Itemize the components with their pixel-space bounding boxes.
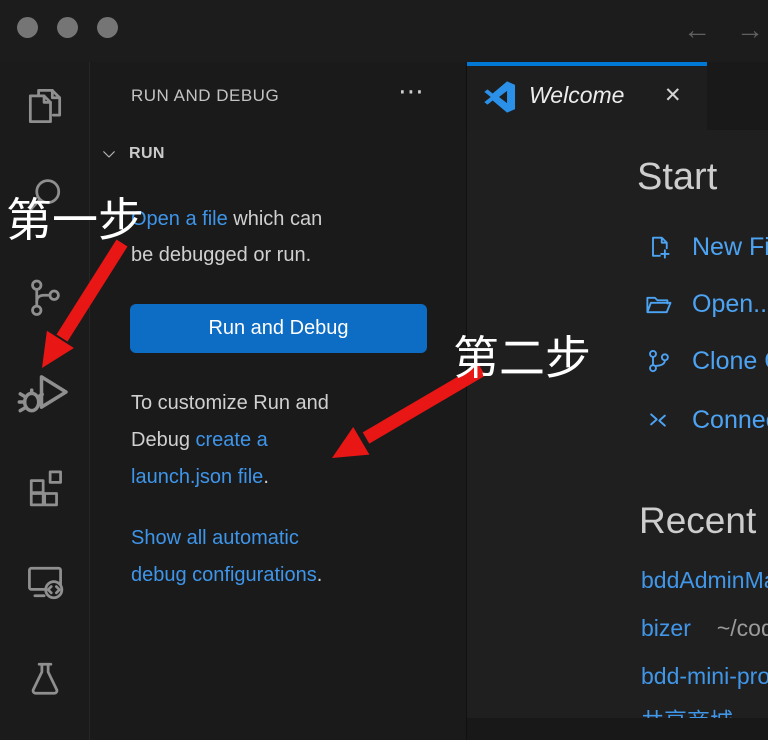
run-and-debug-icon[interactable]	[17, 364, 73, 420]
close-icon[interactable]: ✕	[664, 83, 682, 108]
explorer-icon[interactable]	[23, 84, 67, 128]
customize-hint-line2-pre: Debug	[131, 429, 196, 451]
recent-link[interactable]: bizer	[641, 615, 691, 641]
recent-path: ~/code	[717, 615, 768, 641]
recent-heading: Recent	[639, 500, 756, 542]
run-section-label: RUN	[129, 145, 165, 163]
traffic-light-minimize-button[interactable]	[57, 17, 78, 38]
new-file-icon	[643, 232, 673, 262]
start-item-new-file[interactable]: New File...	[643, 230, 768, 264]
more-actions-icon[interactable]: ⋯	[398, 76, 426, 107]
open-a-file-link[interactable]: Open a file	[131, 208, 228, 230]
git-branch-icon	[643, 346, 673, 376]
create-launch-json-link[interactable]: create a	[196, 429, 268, 451]
start-item-label: Open...	[692, 290, 768, 319]
run-and-debug-panel: RUN AND DEBUG ⋯ RUN Open a file which ca…	[90, 62, 467, 740]
recent-item: bdd-mini-program	[641, 663, 768, 691]
start-item-label: Connect to...	[692, 406, 768, 435]
customize-hint-period: .	[263, 466, 269, 488]
vscode-logo-icon	[484, 81, 516, 113]
testing-beaker-icon[interactable]	[23, 656, 67, 700]
editor-bottom-strip	[467, 718, 768, 740]
open-folder-icon	[643, 289, 673, 319]
traffic-light-close-button[interactable]	[17, 17, 38, 38]
start-item-label: Clone Git Repository...	[692, 347, 768, 376]
run-and-debug-button[interactable]: Run and Debug	[130, 304, 427, 353]
show-configs-period: .	[317, 564, 323, 586]
create-launch-json-link-line2[interactable]: launch.json file	[131, 466, 263, 488]
tab-welcome[interactable]: Welcome ✕	[467, 62, 707, 130]
editor-area: Welcome ✕ Start New File... Open... Clon…	[467, 62, 768, 740]
open-file-hint-text: which can	[228, 208, 323, 230]
run-section-header[interactable]: RUN	[100, 142, 165, 166]
start-heading: Start	[637, 156, 717, 199]
show-configs-hint: Show all automatic debug configurations.	[131, 520, 431, 594]
panel-title: RUN AND DEBUG	[131, 86, 279, 106]
step2-annotation-label: 第二步	[453, 322, 591, 388]
recent-item: bizer ~/code	[641, 615, 768, 643]
chevron-down-icon	[100, 145, 118, 163]
open-file-hint: Open a file which can be debugged or run.	[131, 201, 431, 273]
extensions-icon[interactable]	[23, 466, 67, 510]
activity-bar	[0, 62, 90, 740]
customize-hint: To customize Run and Debug create a launch…	[131, 385, 431, 496]
start-item-open[interactable]: Open...	[643, 287, 768, 321]
recent-link[interactable]: bdd-mini-program	[641, 663, 768, 689]
navigate-forward-icon[interactable]: →	[736, 10, 764, 50]
recent-item: bddAdminManager	[641, 567, 768, 595]
recent-link[interactable]: bddAdminManager	[641, 567, 768, 593]
titlebar: ← →	[0, 0, 768, 62]
show-all-configs-link-line2[interactable]: debug configurations	[131, 564, 317, 586]
start-item-connect[interactable]: Connect to...	[643, 403, 768, 437]
navigate-back-icon[interactable]: ←	[683, 10, 711, 50]
remote-explorer-icon[interactable]	[23, 560, 67, 604]
source-control-icon[interactable]	[23, 276, 67, 320]
remote-icon	[643, 405, 673, 435]
traffic-light-zoom-button[interactable]	[97, 17, 118, 38]
step1-annotation-label: 第一步	[6, 184, 144, 250]
open-file-hint-line2: be debugged or run.	[131, 244, 311, 266]
customize-hint-line1: To customize Run and	[131, 392, 329, 414]
start-item-clone[interactable]: Clone Git Repository...	[643, 344, 768, 378]
tab-strip-empty	[707, 62, 768, 130]
tab-title: Welcome	[529, 82, 624, 109]
show-all-configs-link[interactable]: Show all automatic	[131, 527, 299, 549]
start-item-label: New File...	[692, 233, 768, 262]
